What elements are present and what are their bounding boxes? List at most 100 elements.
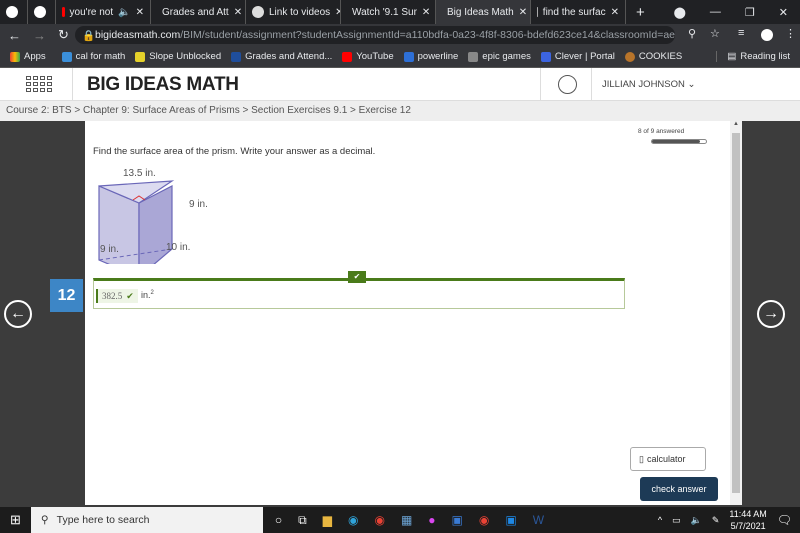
- page-icon: [537, 7, 538, 17]
- bookmark-youtube[interactable]: YouTube: [342, 51, 394, 62]
- scroll-thumb[interactable]: [732, 133, 740, 493]
- clock[interactable]: 11:44 AM 5/7/2021: [729, 508, 766, 532]
- whiteboard-icon[interactable]: ▣: [452, 513, 463, 528]
- apps-grid-icon: [10, 51, 20, 62]
- calculator-button[interactable]: ▯ calculator: [630, 447, 706, 471]
- bookmark-epic[interactable]: epic games: [468, 51, 531, 62]
- exercise-number: 12: [50, 279, 83, 312]
- url-bar[interactable]: 🔒 bigideasmath.com/BIM/student/assignment…: [75, 26, 675, 44]
- close-icon[interactable]: ✕: [611, 7, 619, 18]
- label-top: 13.5 in.: [123, 168, 156, 179]
- label-bottom: 10 in.: [166, 242, 191, 253]
- cookie-icon: [624, 51, 635, 62]
- tab-find-surface[interactable]: find the surfac ✕: [531, 0, 626, 24]
- battery-icon[interactable]: ▭: [672, 515, 681, 526]
- cortana-icon[interactable]: ○: [275, 513, 282, 528]
- calculator-app-icon[interactable]: ▦: [401, 513, 412, 528]
- previous-exercise-button[interactable]: ←: [4, 300, 32, 328]
- word-icon[interactable]: W: [533, 513, 544, 528]
- tab-search-icon[interactable]: ⬤: [674, 6, 686, 19]
- tray-chevron-icon[interactable]: ^: [658, 515, 662, 525]
- chevron-down-icon: ⌄: [687, 79, 696, 90]
- check-answer-button[interactable]: check answer: [640, 477, 718, 501]
- file-explorer-icon[interactable]: ▆: [323, 513, 332, 528]
- chrome-icon[interactable]: ◉: [374, 513, 384, 528]
- progress-label: 8 of 9 answered: [638, 128, 685, 135]
- s-icon: [252, 6, 264, 18]
- bookmark-clever[interactable]: Clever | Portal: [540, 51, 615, 62]
- speaker-icon: 🔈: [118, 6, 131, 18]
- task-view-icon[interactable]: ⧉: [298, 513, 307, 528]
- bookmark-apps[interactable]: Apps: [10, 51, 46, 62]
- youtube-icon: [342, 51, 353, 62]
- app-icon[interactable]: ▣: [505, 513, 516, 528]
- chrome-icon-2[interactable]: ◉: [479, 513, 489, 528]
- paint-icon[interactable]: ●: [428, 513, 435, 528]
- powerline-icon: [403, 51, 414, 62]
- google-icon: [34, 6, 46, 18]
- new-tab-button[interactable]: +: [636, 4, 645, 21]
- unit-label: in.2: [141, 290, 154, 300]
- scroll-up-icon[interactable]: ▲: [730, 121, 742, 127]
- u-icon: [135, 51, 146, 62]
- address-bar-row: ← → ↻ 🔒 bigideasmath.com/BIM/student/assi…: [0, 24, 800, 46]
- answer-input[interactable]: 382.5 ✔: [96, 289, 138, 303]
- bookmark-slope[interactable]: Slope Unblocked: [135, 51, 221, 62]
- close-window-button[interactable]: ✕: [779, 6, 788, 19]
- breadcrumb[interactable]: Course 2: BTS > Chapter 9: Surface Areas…: [0, 101, 800, 121]
- tab-link-videos[interactable]: Link to videos✕: [246, 0, 341, 24]
- scrollbar[interactable]: ▲: [730, 121, 742, 505]
- windows-start-icon[interactable]: ⊞: [10, 512, 21, 528]
- zoom-icon[interactable]: ⚲: [688, 27, 696, 40]
- calculator-icon: ▯: [639, 453, 644, 464]
- reload-button[interactable]: ↻: [58, 27, 69, 43]
- tab-watch[interactable]: Watch '9.1 Sur ✕: [341, 0, 436, 24]
- bookmark-cookies[interactable]: COOKIES: [624, 51, 682, 62]
- close-icon[interactable]: ✕: [234, 7, 242, 18]
- back-button[interactable]: ←: [8, 28, 21, 43]
- check-icon: ✔: [126, 290, 134, 301]
- question-prompt: Find the surface area of the prism. Writ…: [93, 146, 376, 157]
- forward-button[interactable]: →: [33, 28, 46, 43]
- calc-icon: [61, 51, 72, 62]
- close-icon[interactable]: ✕: [136, 7, 144, 18]
- browser-tab-strip: you're not 🔈 ✕ Grades and Att ✕ Link to vid…: [0, 0, 800, 24]
- bookmark-grades[interactable]: Grades and Attend...: [231, 51, 332, 62]
- clever-icon: [540, 51, 551, 62]
- grid-menu-icon[interactable]: [26, 76, 52, 92]
- notifications-icon[interactable]: 🗨: [777, 513, 792, 527]
- epic-icon: [468, 51, 479, 62]
- google-icon: [6, 6, 18, 18]
- exercise-panel: 8 of 9 answered Find the surface area of…: [50, 121, 730, 505]
- reading-queue-icon[interactable]: ≡: [738, 27, 744, 39]
- tab-google-2[interactable]: [28, 0, 56, 24]
- taskbar-search-input[interactable]: ⚲ Type here to search: [30, 507, 263, 533]
- tab-grades[interactable]: Grades and Att ✕: [151, 0, 246, 24]
- timer-icon[interactable]: [558, 75, 577, 94]
- close-icon[interactable]: ✕: [422, 7, 430, 18]
- edge-icon[interactable]: ◉: [348, 513, 358, 528]
- taskbar: ⊞ ⚲ Type here to search ○ ⧉ ▆ ◉ ◉ ▦ ● ▣ ◉ ▣ W ^ ▭ 🔈 ✎ …: [0, 507, 800, 533]
- youtube-icon: [62, 7, 65, 17]
- profile-avatar[interactable]: [761, 29, 773, 41]
- tab-big-ideas-math[interactable]: Big Ideas Math ✕: [436, 0, 531, 24]
- bookmark-powerline[interactable]: powerline: [403, 51, 458, 62]
- user-menu[interactable]: JILLIAN JOHNSON ⌄: [602, 79, 696, 90]
- reading-list-icon: ▤: [727, 51, 737, 62]
- app-header: BIG IDEAS MATH JILLIAN JOHNSON ⌄: [0, 68, 800, 101]
- pen-icon[interactable]: ✎: [712, 515, 720, 526]
- restore-button[interactable]: ❐: [745, 6, 755, 19]
- tab-youtube[interactable]: you're not 🔈 ✕: [56, 0, 151, 24]
- label-left: 9 in.: [100, 244, 119, 255]
- bookmark-cal-for-math[interactable]: cal for math: [61, 51, 125, 62]
- menu-icon[interactable]: ⋮: [785, 27, 796, 40]
- close-icon[interactable]: ✕: [519, 7, 527, 18]
- bookmark-star-icon[interactable]: ☆: [710, 27, 720, 40]
- volume-icon[interactable]: 🔈: [691, 515, 702, 526]
- next-exercise-button[interactable]: →: [757, 300, 785, 328]
- reading-list[interactable]: ▤ Reading list: [716, 51, 790, 62]
- minimize-button[interactable]: —: [710, 6, 721, 19]
- tab-google-1[interactable]: [0, 0, 28, 24]
- label-height: 9 in.: [189, 199, 208, 210]
- sis-icon: [231, 51, 242, 62]
